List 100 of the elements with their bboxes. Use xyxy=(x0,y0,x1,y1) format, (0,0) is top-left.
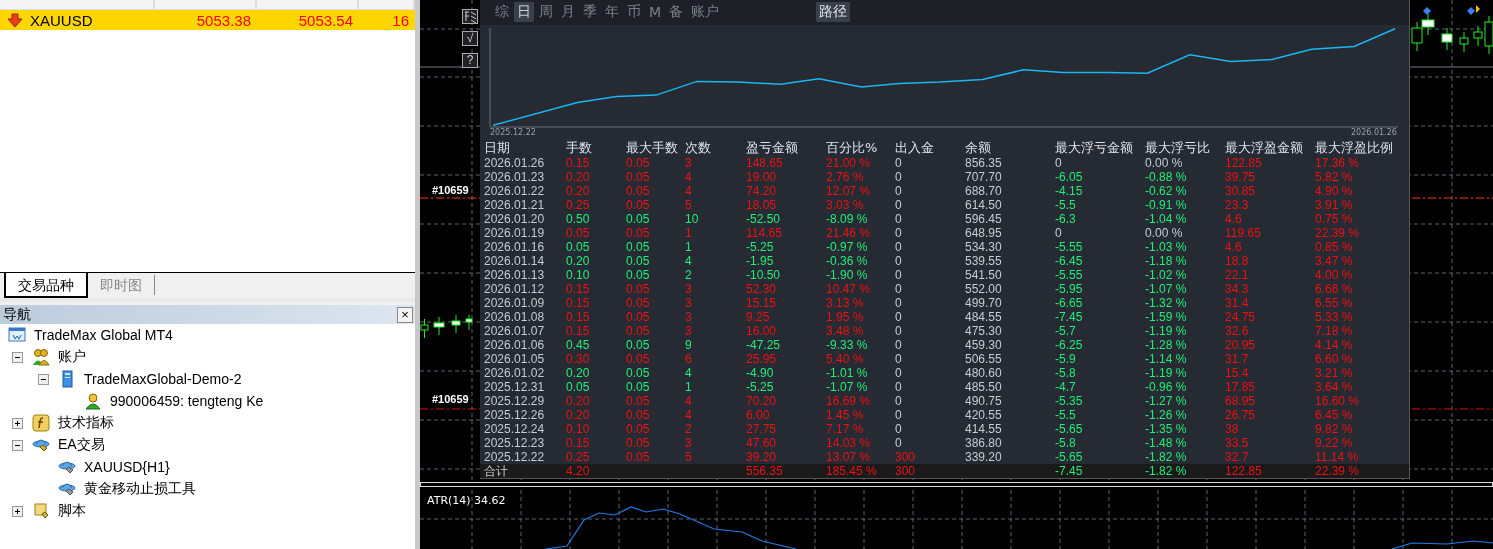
table-cell-text: 18.8 xyxy=(1225,254,1250,268)
table-cell-text: 9.25 xyxy=(746,310,771,324)
table-cell-text: 114.65 xyxy=(746,226,783,240)
tab[interactable]: 年 xyxy=(602,2,622,23)
collapse-toggle[interactable] xyxy=(38,373,49,385)
table-cell-text: 4 xyxy=(685,394,693,408)
tree-item[interactable]: 黄金移动止损工具 xyxy=(84,480,196,498)
tab[interactable]: 交易品种 xyxy=(4,273,88,298)
table-cell-text: 16 xyxy=(391,11,410,29)
close-button[interactable]: × xyxy=(397,306,413,323)
expand-toggle[interactable] xyxy=(12,417,23,429)
tool-button[interactable] xyxy=(462,9,478,24)
collapse-toggle[interactable] xyxy=(12,439,23,451)
tree-item[interactable]: 990006459: tengteng Ke xyxy=(110,393,264,409)
table-cell-text: 4 xyxy=(685,170,693,184)
table-cell-text: 0.30 xyxy=(566,352,591,366)
symbol-row[interactable]: XAUUSD 5053.38 5053.54 16 xyxy=(0,10,415,30)
table-cell-text: 13.07 % xyxy=(826,450,872,464)
table-cell-text: 0 xyxy=(895,254,903,268)
table-cell-text: -1.82 % xyxy=(1145,450,1188,464)
table-cell-text: 506.55 xyxy=(965,352,1003,366)
table-cell-text: 19.00 xyxy=(746,170,778,184)
table-cell-text: 4.20 xyxy=(566,464,591,478)
table-cell-text: 0 xyxy=(895,408,903,422)
tool-button[interactable]: ? xyxy=(462,53,478,68)
table-cell-text: -5.7 xyxy=(1055,324,1077,338)
tree-item[interactable]: 技术指标 xyxy=(58,414,114,432)
table-cell-text: -1.90 % xyxy=(826,268,869,282)
table-cell-text: -7.45 xyxy=(1055,464,1084,478)
table-cell-text: 2026.01.09 xyxy=(484,296,546,310)
pane-separator[interactable] xyxy=(420,482,1493,487)
tree-item[interactable]: EA交易 xyxy=(58,436,105,454)
tab[interactable]: 日 xyxy=(514,2,534,23)
table-cell-text: 707.70 xyxy=(965,170,1003,184)
column-header: 最大浮亏金额 xyxy=(1055,139,1134,157)
table-cell-text: 17.36 % xyxy=(1315,156,1361,170)
tab[interactable]: 备 xyxy=(666,2,687,23)
table-cell-text: -1.03 % xyxy=(1145,240,1188,254)
tab[interactable]: 综 xyxy=(492,2,512,23)
table-cell-text: 22.39 % xyxy=(1315,226,1361,240)
table-cell-text: 0 xyxy=(895,394,903,408)
table-cell-text: 0 xyxy=(895,268,903,282)
tree-item[interactable]: TradeMax Global MT4 xyxy=(34,327,173,343)
header-cell[interactable] xyxy=(155,0,257,9)
table-cell-text: 0.05 xyxy=(626,366,651,380)
tab[interactable]: 账户 xyxy=(688,2,723,23)
table-cell-text: 0 xyxy=(895,380,903,394)
table-cell-text: 122.85 xyxy=(1225,464,1263,478)
collapse-toggle[interactable] xyxy=(12,351,23,363)
tab[interactable]: 币 xyxy=(624,2,644,23)
table-cell-text: 2.76 % xyxy=(826,170,865,184)
tree-item[interactable]: XAUUSD{H1} xyxy=(84,459,170,475)
tab[interactable]: 季 xyxy=(580,2,600,23)
table-cell-text: 0.05 xyxy=(626,156,651,170)
table-cell-text: 856.35 xyxy=(965,156,1003,170)
table-cell-text: 2 xyxy=(685,422,693,436)
indicator-label: ATR(14) 34.62 xyxy=(427,494,506,507)
tree-item[interactable]: 脚本 xyxy=(58,502,86,520)
symbol-name: XAUUSD xyxy=(30,11,93,29)
header-cell[interactable] xyxy=(359,0,415,9)
table-cell-text: 47.60 xyxy=(746,436,778,450)
table-cell-text: 119.65 xyxy=(1225,226,1262,240)
tree-item[interactable]: TradeMaxGlobal-Demo-2 xyxy=(84,371,242,387)
table-cell-text: 6.60 % xyxy=(1315,352,1354,366)
table-cell-text: 0 xyxy=(895,170,903,184)
column-header: 次数 xyxy=(685,139,712,157)
table-cell-text: 2026.01.05 xyxy=(484,352,546,366)
tab[interactable]: 周 xyxy=(536,2,556,23)
expand-toggle[interactable] xyxy=(12,505,23,517)
table-cell-text: 31.7 xyxy=(1225,352,1250,366)
table-cell-text: 0.75 % xyxy=(1315,212,1354,226)
table-cell-text: -1.82 % xyxy=(1145,464,1188,478)
header-cell[interactable] xyxy=(0,0,155,9)
table-cell-text: -8.09 % xyxy=(826,212,869,226)
table-cell-text: 3 xyxy=(685,436,693,450)
table-cell-text: 552.00 xyxy=(965,282,1003,296)
table-cell-text: 3 xyxy=(685,156,693,170)
table-cell-text: 0.15 xyxy=(566,310,591,324)
column-header: 盈亏金额 xyxy=(746,139,799,157)
table-cell-text: 4 xyxy=(685,408,693,422)
down-arrow-icon xyxy=(6,12,24,28)
table-cell-text: 484.55 xyxy=(965,310,1003,324)
table-cell-text: 0.85 % xyxy=(1315,240,1354,254)
tool-button[interactable]: √ xyxy=(462,31,478,46)
table-cell-text: 0.20 xyxy=(566,254,591,268)
tab[interactable]: 月 xyxy=(558,2,578,23)
table-cell-text: 0.50 xyxy=(566,212,591,226)
table-cell-text: 0.05 xyxy=(626,212,651,226)
header-cell[interactable] xyxy=(257,0,359,9)
table-cell-text: 2 xyxy=(685,268,693,282)
tree-item[interactable]: 账户 xyxy=(58,348,86,366)
table-cell-text: 339.20 xyxy=(965,450,1003,464)
table-cell-text: -0.62 % xyxy=(1145,184,1188,198)
table-cell-text: 23.3 xyxy=(1225,198,1250,212)
table-cell-text: 499.70 xyxy=(965,296,1003,310)
table-cell-text: 7.18 % xyxy=(1315,324,1354,338)
tab[interactable]: M xyxy=(646,2,665,23)
table-cell-text: 386.80 xyxy=(965,436,1003,450)
path-button[interactable]: 路径 xyxy=(816,2,851,23)
table-cell-text: 17.85 xyxy=(1225,380,1257,394)
